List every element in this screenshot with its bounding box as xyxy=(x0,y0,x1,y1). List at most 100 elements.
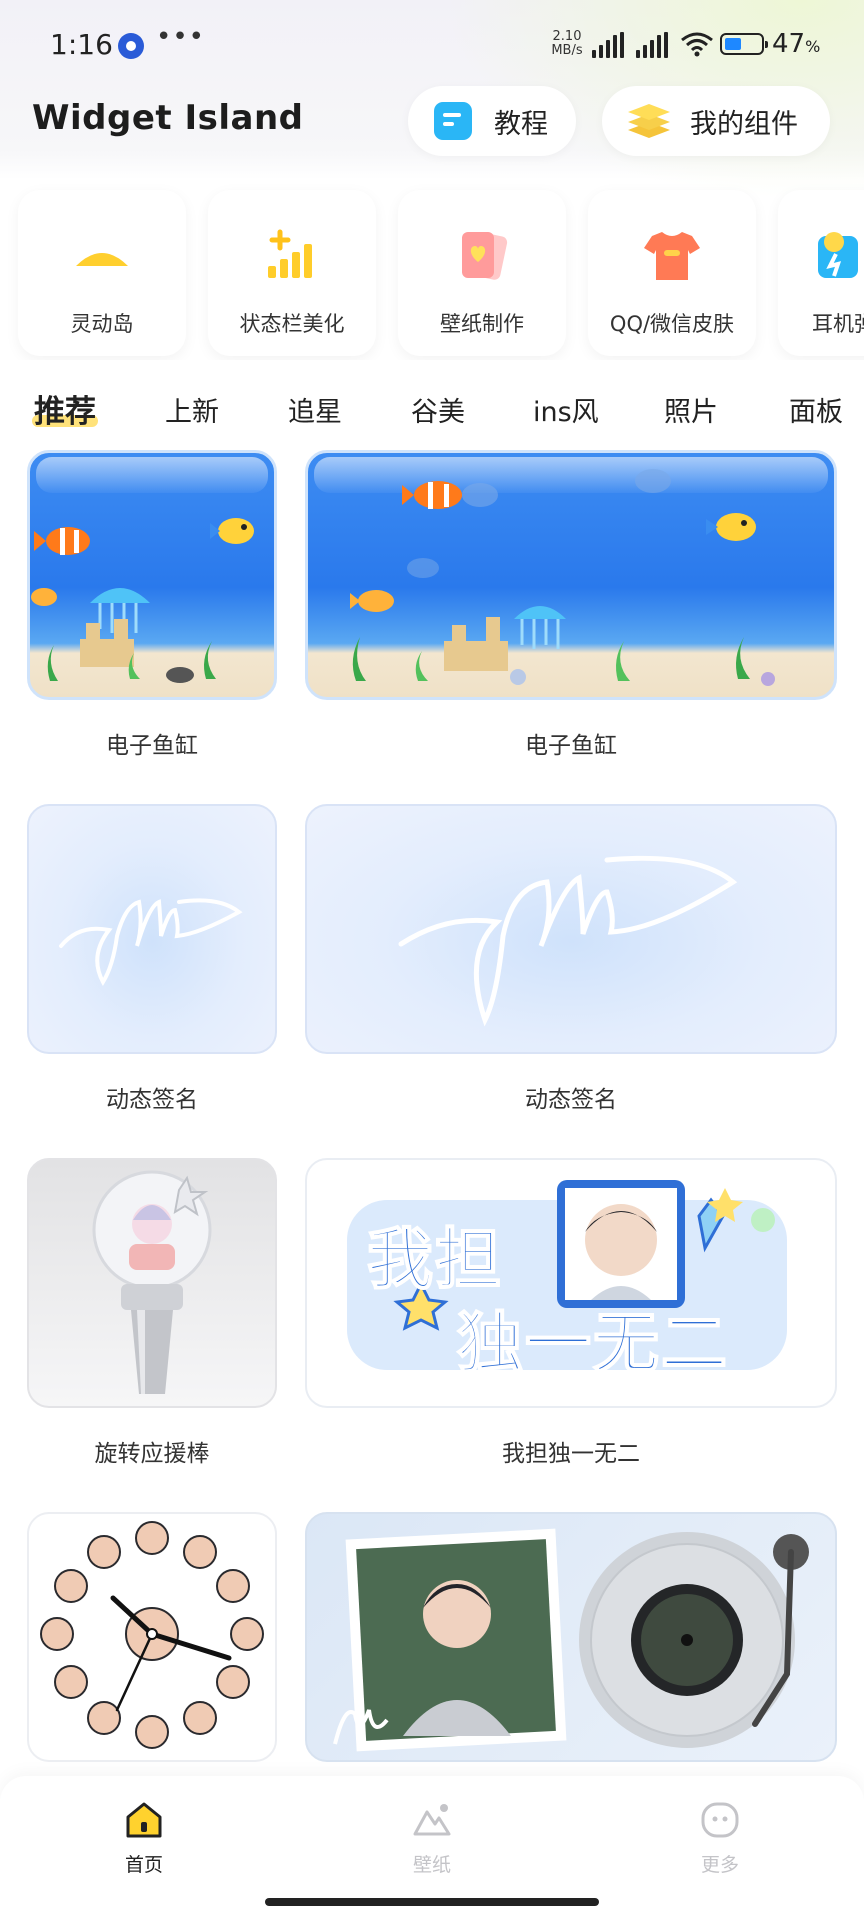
wallpaper-card-icon xyxy=(462,232,508,280)
network-speed-unit: MB/s xyxy=(551,43,583,58)
tshirt-icon xyxy=(644,232,700,280)
seaweed-icon xyxy=(352,637,750,681)
face-avatar xyxy=(87,1535,121,1569)
jellyfish-icon xyxy=(514,606,566,649)
widget-caption: 电子鱼缸 xyxy=(106,733,198,759)
network-speed-value: 2.10 xyxy=(552,29,582,44)
tab-label: 推荐 xyxy=(34,394,96,430)
small-fish-icon xyxy=(31,588,57,606)
banner-line1: 我担 xyxy=(366,1220,503,1299)
clownfish-icon xyxy=(402,481,462,509)
home-indicator[interactable] xyxy=(265,1898,599,1906)
tutorial-icon xyxy=(434,102,472,140)
clownfish-icon xyxy=(34,527,90,555)
face-avatar xyxy=(40,1617,74,1651)
signal-sim1-icon xyxy=(592,32,626,58)
face-avatar xyxy=(216,1665,250,1699)
nav-more[interactable]: 更多 xyxy=(650,1786,790,1886)
face-avatar xyxy=(135,1521,169,1555)
app-title: Widget Island xyxy=(32,98,304,138)
my-widgets-label: 我的组件 xyxy=(690,108,798,140)
fishtank-scene xyxy=(31,518,254,683)
tab-recommend[interactable]: 推荐 xyxy=(32,386,98,431)
battery-percent: 47% xyxy=(772,29,820,59)
widget-signature-small[interactable] xyxy=(27,804,277,1054)
widget-rotating-lightstick[interactable] xyxy=(27,1158,277,1408)
pufferfish-icon xyxy=(210,518,254,544)
nav-home[interactable]: 首页 xyxy=(74,1786,214,1886)
face-avatar xyxy=(54,1665,88,1699)
face-avatar xyxy=(216,1569,250,1603)
fishtank-scene xyxy=(350,469,775,686)
nav-home-label: 首页 xyxy=(124,1854,163,1876)
tutorial-button[interactable]: 教程 xyxy=(408,86,576,156)
widget-caption: 动态签名 xyxy=(525,1087,617,1113)
category-earphone-popup[interactable]: 耳机弹 xyxy=(778,190,864,356)
more-notifications-icon: ••• xyxy=(156,22,206,52)
widget-idol-clock[interactable] xyxy=(27,1512,277,1762)
category-label: 壁纸制作 xyxy=(440,312,524,336)
widget-fishtank-small[interactable] xyxy=(27,450,277,700)
battery-icon xyxy=(720,33,768,55)
widget-my-idol-banner[interactable]: 我担 独一无二 xyxy=(305,1158,837,1408)
sandcastle-icon xyxy=(444,617,508,671)
mountain-icon xyxy=(413,1804,451,1836)
category-statusbar[interactable]: 状态栏美化 xyxy=(208,190,376,356)
widget-signature-large[interactable] xyxy=(305,804,837,1054)
lightstick-image xyxy=(92,1170,212,1394)
vinyl-art xyxy=(333,1528,809,1752)
battery-percent-value: 47 xyxy=(772,29,806,59)
app-notification-icon xyxy=(118,33,144,59)
tab-panel[interactable]: 面板 xyxy=(789,390,843,429)
category-wallpaper-maker[interactable]: 壁纸制作 xyxy=(398,190,566,356)
face-avatar xyxy=(183,1701,217,1735)
signal-sim2-icon xyxy=(636,32,670,58)
tab-idol[interactable]: 追星 xyxy=(288,390,342,429)
home-icon xyxy=(126,1802,162,1838)
widget-caption: 旋转应援棒 xyxy=(94,1441,210,1467)
clover-icon xyxy=(751,1208,775,1232)
face-avatar xyxy=(87,1701,121,1735)
category-strip: 灵动岛 状态栏美化 壁纸制作 QQ/微信皮肤 耳机弹 xyxy=(0,180,864,360)
banner-line2: 独一无二 xyxy=(456,1304,729,1383)
battery-percent-unit: % xyxy=(805,37,821,56)
tab-goods[interactable]: 谷美 xyxy=(411,390,465,429)
category-label: 灵动岛 xyxy=(70,312,134,336)
pufferfish-icon xyxy=(706,513,756,541)
face-avatar xyxy=(230,1617,264,1651)
widget-caption: 我担独一无二 xyxy=(502,1441,640,1467)
category-label: 状态栏美化 xyxy=(239,312,345,336)
category-qq-wechat-skin[interactable]: QQ/微信皮肤 xyxy=(588,190,756,356)
widget-idol-vinyl[interactable] xyxy=(305,1512,837,1762)
tab-photo[interactable]: 照片 xyxy=(664,390,718,429)
category-dynamic-island[interactable]: 灵动岛 xyxy=(18,190,186,356)
network-speed: 2.10 MB/s xyxy=(547,30,587,58)
my-widgets-button[interactable]: 我的组件 xyxy=(602,86,830,156)
tab-new[interactable]: 上新 xyxy=(165,390,219,429)
clock-face xyxy=(40,1521,264,1749)
faded-fish-icon xyxy=(462,483,498,507)
widget-caption: 电子鱼缸 xyxy=(525,733,617,759)
widget-caption: 动态签名 xyxy=(106,1087,198,1113)
tab-ins[interactable]: ins风 xyxy=(533,390,599,429)
nav-more-label: 更多 xyxy=(700,1854,739,1876)
faded-fish-icon xyxy=(635,469,671,493)
layers-icon xyxy=(628,104,670,138)
wifi-icon xyxy=(681,32,713,57)
category-label: 耳机弹 xyxy=(812,312,864,336)
category-label: QQ/微信皮肤 xyxy=(609,312,735,336)
rock-icon xyxy=(166,667,194,683)
tab-bar: 推荐 上新 追星 谷美 ins风 照片 面板 xyxy=(0,378,864,438)
shell-icon xyxy=(761,672,775,686)
nav-wallpaper-label: 壁纸 xyxy=(412,1854,451,1876)
island-pill-icon xyxy=(76,253,128,266)
signature-drawing xyxy=(59,898,243,986)
status-time: 1:16 xyxy=(50,28,113,61)
idol-photo xyxy=(585,1204,657,1276)
nav-wallpaper[interactable]: 壁纸 xyxy=(362,1786,502,1886)
more-face-icon xyxy=(701,1802,739,1838)
signal-bars-icon xyxy=(268,229,312,278)
widget-fishtank-large[interactable] xyxy=(305,450,837,700)
small-fish-icon xyxy=(350,590,394,612)
tutorial-label: 教程 xyxy=(494,108,548,140)
